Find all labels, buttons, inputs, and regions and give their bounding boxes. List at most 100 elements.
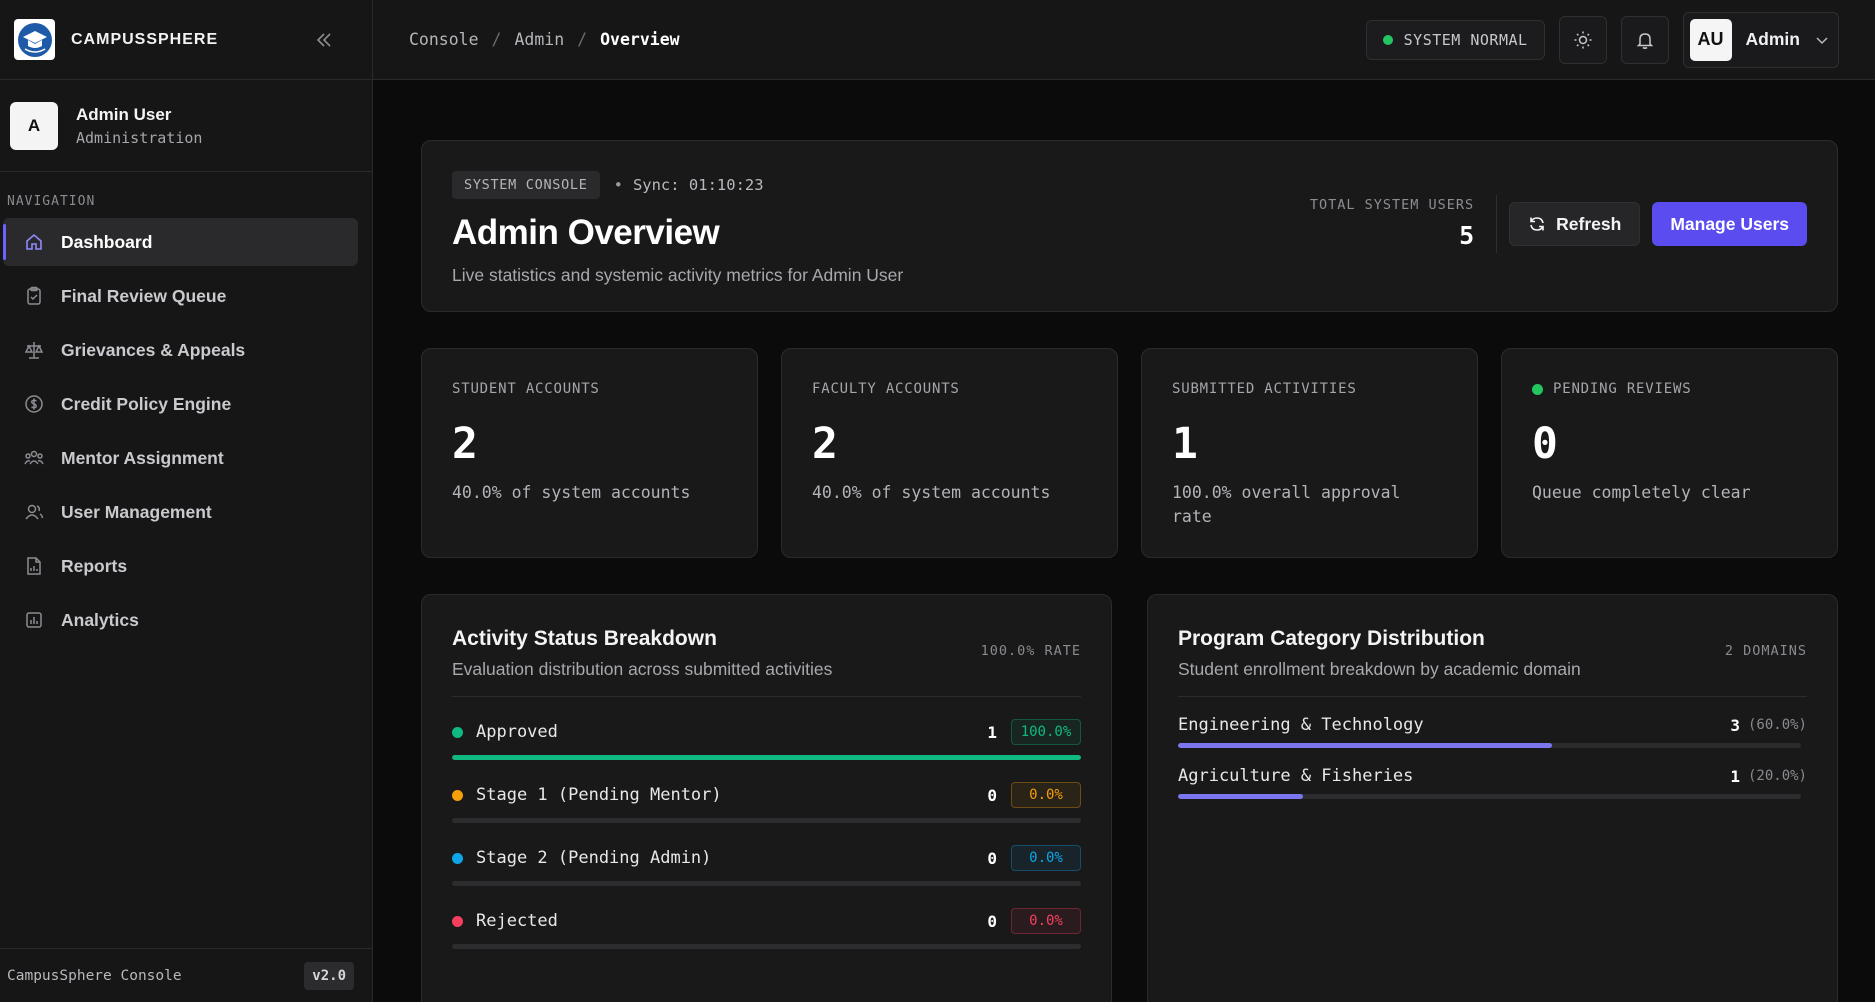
system-console-badge: SYSTEM CONSOLE xyxy=(452,171,600,199)
sidebar-footer: CampusSphere Console v2.0 xyxy=(0,948,372,1002)
status-label: Stage 1 (Pending Mentor) xyxy=(476,785,722,805)
sidebar-nav: Dashboard Final Review Queue Grievances … xyxy=(0,218,372,644)
sidebar-item-label: Reports xyxy=(61,555,128,576)
sidebar-item-label: Dashboard xyxy=(61,231,153,252)
collapse-sidebar-button[interactable] xyxy=(312,28,336,52)
panel-meta: 100.0% RATE xyxy=(980,643,1081,659)
sidebar-item-credit-policy[interactable]: Credit Policy Engine xyxy=(3,380,358,428)
total-users-block: TOTAL SYSTEM USERS 5 xyxy=(1309,195,1498,253)
category-label: Agriculture & Fisheries xyxy=(1178,766,1414,786)
brand: CAMPUSSPHERE xyxy=(0,0,372,80)
progress-fill xyxy=(1178,794,1303,799)
sidebar-item-reports[interactable]: Reports xyxy=(3,542,358,590)
progress-fill xyxy=(452,755,1081,760)
category-label: Engineering & Technology xyxy=(1178,715,1424,735)
progress-track xyxy=(1178,743,1801,748)
breadcrumb-overview: Overview xyxy=(600,30,680,49)
footer-text: CampusSphere Console xyxy=(7,967,182,984)
page-subtitle: Live statistics and systemic activity me… xyxy=(452,265,904,285)
status-percent-badge: 0.0% xyxy=(1011,782,1081,808)
stat-card-submitted-activities: SUBMITTED ACTIVITIES 1 100.0% overall ap… xyxy=(1141,348,1478,558)
sync-timestamp: Sync: 01:10:23 xyxy=(614,176,764,194)
status-percent-badge: 100.0% xyxy=(1011,719,1081,745)
sidebar-item-user-management[interactable]: User Management xyxy=(3,488,358,536)
scale-icon xyxy=(23,339,45,361)
user-menu[interactable]: AU Admin xyxy=(1682,11,1839,68)
stat-label: SUBMITTED ACTIVITIES xyxy=(1172,381,1357,397)
stat-value: 0 xyxy=(1532,419,1558,469)
total-users-value: 5 xyxy=(1459,221,1475,250)
refresh-icon xyxy=(1528,215,1546,233)
list-item: Agriculture & Fisheries 1 (20.0%) xyxy=(1178,766,1807,799)
category-percent: (60.0%) xyxy=(1747,717,1807,733)
sidebar: CAMPUSSPHERE A Admin User Administration… xyxy=(0,0,373,1002)
stat-value: 2 xyxy=(452,419,478,469)
nav-section-label: NAVIGATION xyxy=(7,194,96,209)
total-users-label: TOTAL SYSTEM USERS xyxy=(1309,197,1475,213)
users-icon xyxy=(23,501,45,523)
status-label: Rejected xyxy=(476,911,558,931)
refresh-label: Refresh xyxy=(1556,213,1622,234)
sidebar-item-label: Final Review Queue xyxy=(61,285,227,306)
status-count: 0 xyxy=(987,848,997,868)
progress-fill xyxy=(1178,743,1552,748)
sidebar-item-final-review-queue[interactable]: Final Review Queue xyxy=(3,272,358,320)
status-label: Stage 2 (Pending Admin) xyxy=(476,848,712,868)
sidebar-item-label: Analytics xyxy=(61,609,139,630)
program-category-list: Engineering & Technology 3 (60.0%) Agricult… xyxy=(1178,715,1807,799)
version-badge: v2.0 xyxy=(304,961,354,990)
stat-card-faculty-accounts: FACULTY ACCOUNTS 2 40.0% of system accou… xyxy=(781,348,1118,558)
sidebar-item-mentor-assignment[interactable]: Mentor Assignment xyxy=(3,434,358,482)
user-menu-name: Admin xyxy=(1745,29,1800,49)
stat-note: 40.0% of system accounts xyxy=(812,483,1051,502)
sidebar-item-label: Mentor Assignment xyxy=(61,447,224,468)
progress-track xyxy=(452,944,1081,949)
breadcrumb-console[interactable]: Console xyxy=(409,30,479,49)
theme-toggle-button[interactable] xyxy=(1558,15,1607,64)
panel-subtitle: Student enrollment breakdown by academic… xyxy=(1178,659,1581,679)
activity-status-panel: Activity Status Breakdown Evaluation dis… xyxy=(421,594,1112,1002)
category-count: 3 xyxy=(1730,715,1740,735)
stats-row: STUDENT ACCOUNTS 2 40.0% of system accou… xyxy=(421,348,1838,558)
breadcrumb-admin[interactable]: Admin xyxy=(514,30,564,49)
status-dot-icon xyxy=(1382,34,1393,45)
panel-title: Activity Status Breakdown xyxy=(452,627,717,650)
system-status-text: SYSTEM NORMAL xyxy=(1403,30,1528,49)
clipboard-check-icon xyxy=(23,285,45,307)
home-icon xyxy=(23,231,45,253)
category-count: 1 xyxy=(1730,766,1740,786)
sidebar-profile: A Admin User Administration xyxy=(0,80,372,172)
progress-track xyxy=(1178,794,1801,799)
manage-users-button[interactable]: Manage Users xyxy=(1652,202,1807,246)
progress-track xyxy=(452,818,1081,823)
breadcrumb-separator: / xyxy=(491,30,502,49)
bell-icon xyxy=(1636,32,1653,49)
overview-header-card: SYSTEM CONSOLE Sync: 01:10:23 Admin Over… xyxy=(421,140,1838,312)
sun-icon xyxy=(1574,31,1592,48)
panels-row: Activity Status Breakdown Evaluation dis… xyxy=(421,594,1838,1002)
panel-meta: 2 DOMAINS xyxy=(1724,643,1807,659)
sidebar-item-analytics[interactable]: Analytics xyxy=(3,596,358,644)
list-item: Approved 1 100.0% xyxy=(452,719,1081,760)
system-status-badge: SYSTEM NORMAL xyxy=(1365,19,1545,60)
list-item: Stage 1 (Pending Mentor) 0 0.0% xyxy=(452,782,1081,823)
sidebar-item-grievances[interactable]: Grievances & Appeals xyxy=(3,326,358,374)
sidebar-item-dashboard[interactable]: Dashboard xyxy=(3,218,358,266)
stat-label: PENDING REVIEWS xyxy=(1553,381,1692,397)
stat-note: Queue completely clear xyxy=(1532,483,1751,502)
people-group-icon xyxy=(23,447,45,469)
notifications-button[interactable] xyxy=(1620,15,1669,64)
stat-value: 2 xyxy=(812,419,838,469)
refresh-button[interactable]: Refresh xyxy=(1509,202,1641,246)
status-percent-badge: 0.0% xyxy=(1011,908,1081,934)
campus-logo-icon xyxy=(14,19,55,60)
stat-note: 100.0% overall approval rate xyxy=(1172,483,1401,526)
bar-chart-icon xyxy=(23,609,45,631)
status-dot-icon xyxy=(452,789,463,801)
status-percent-badge: 0.0% xyxy=(1011,845,1081,871)
category-percent: (20.0%) xyxy=(1747,768,1807,784)
program-category-panel: Program Category Distribution Student en… xyxy=(1147,594,1838,1002)
breadcrumb: Console / Admin / Overview xyxy=(409,30,680,49)
sidebar-item-label: Credit Policy Engine xyxy=(61,393,232,414)
progress-track xyxy=(452,755,1081,760)
